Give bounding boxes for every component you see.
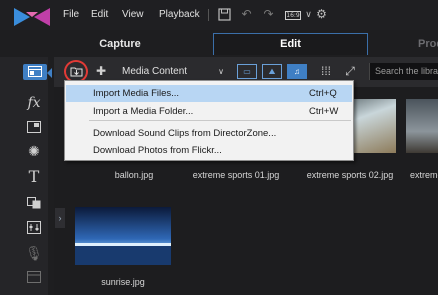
pip-icon[interactable] — [24, 117, 44, 137]
menu-item-label: Import Media Files... — [93, 88, 180, 99]
menu-item-label: Download Sound Clips from DirectorZone..… — [93, 128, 277, 139]
thumbnail-label: extreme sports 02.jpg — [306, 170, 394, 180]
settings-icon[interactable]: ⚙ — [315, 8, 328, 21]
aspect-ratio-badge[interactable]: 16:9 — [285, 11, 301, 20]
app-logo — [14, 8, 50, 26]
thumbnail-label: sunrise.jpg — [101, 277, 145, 287]
fx-icon[interactable]: fx — [24, 93, 44, 113]
chapter-icon[interactable] — [24, 267, 44, 287]
transition-icon[interactable] — [24, 193, 44, 213]
menu-item-label: Import a Media Folder... — [93, 106, 194, 117]
thumbnail-label: ballon.jpg — [114, 170, 154, 180]
sunrise-image — [75, 207, 171, 265]
save-icon[interactable] — [218, 8, 231, 21]
library-search-input[interactable]: Search the library — [369, 63, 438, 80]
chevron-right-icon[interactable]: › — [55, 208, 65, 228]
chevron-down-icon[interactable]: ∨ — [302, 8, 315, 21]
menu-bar: File Edit View Playback ↶ ↷ 16:9 ∨ ⚙ — [0, 0, 438, 30]
tab-edit[interactable]: Edit — [213, 33, 368, 55]
menu-playback[interactable]: Playback — [159, 9, 200, 20]
thumbnail-extreme-partial[interactable] — [406, 99, 438, 153]
tab-produce[interactable]: Produce — [400, 33, 438, 55]
menu-divider — [208, 9, 209, 21]
plugin-icon[interactable]: ✚ — [92, 63, 110, 79]
thumbnail-sunrise[interactable] — [75, 207, 171, 265]
redo-icon[interactable]: ↷ — [262, 8, 275, 21]
video-filter-icon[interactable]: ▭ — [237, 64, 257, 79]
title-icon[interactable]: T — [24, 167, 44, 187]
menu-edit[interactable]: Edit — [91, 9, 108, 20]
audio-filter-icon[interactable]: ♫ — [287, 64, 307, 79]
import-menu: Import Media Files... Ctrl+Q Import a Me… — [64, 80, 354, 161]
media-content-dropdown[interactable]: Media Content ∨ — [116, 63, 228, 80]
image-filter-icon[interactable]: ⛰ — [262, 64, 282, 79]
thumbnail-label: extreme — [410, 170, 438, 180]
menu-item-label: Download Photos from Flickr... — [93, 145, 222, 156]
media-room-icon[interactable] — [23, 64, 47, 80]
menu-item-download-sound-clips[interactable]: Download Sound Clips from DirectorZone..… — [66, 125, 352, 142]
mode-tabs: Capture Edit Produce — [60, 33, 438, 55]
particle-icon[interactable]: ✺ — [24, 141, 44, 161]
menu-item-download-flickr-photos[interactable]: Download Photos from Flickr... — [66, 142, 352, 159]
menu-item-import-media-files[interactable]: Import Media Files... Ctrl+Q — [66, 85, 352, 102]
active-room-indicator — [47, 68, 52, 78]
voice-over-icon[interactable]: 🎙 — [24, 243, 44, 263]
grid-view-icon[interactable]: ⁞⁞⁞ — [317, 63, 335, 79]
menu-separator — [89, 120, 351, 121]
chevron-down-icon: ∨ — [218, 67, 224, 76]
menu-view[interactable]: View — [122, 9, 144, 20]
media-content-label: Media Content — [122, 66, 188, 77]
audio-mixing-icon[interactable] — [24, 217, 44, 237]
menu-item-import-media-folder[interactable]: Import a Media Folder... Ctrl+W — [66, 103, 352, 120]
expand-icon[interactable]: ⤢ — [341, 63, 359, 79]
tab-capture[interactable]: Capture — [90, 33, 150, 55]
room-sidebar: fx ✺ T 🎙 — [0, 57, 52, 295]
menu-file[interactable]: File — [63, 9, 79, 20]
menu-item-shortcut: Ctrl+Q — [309, 88, 337, 99]
thumbnail-label: extreme sports 01.jpg — [192, 170, 280, 180]
menu-item-shortcut: Ctrl+W — [309, 106, 339, 117]
undo-icon[interactable]: ↶ — [240, 8, 253, 21]
app-window: File Edit View Playback ↶ ↷ 16:9 ∨ ⚙ Cap… — [0, 0, 438, 295]
